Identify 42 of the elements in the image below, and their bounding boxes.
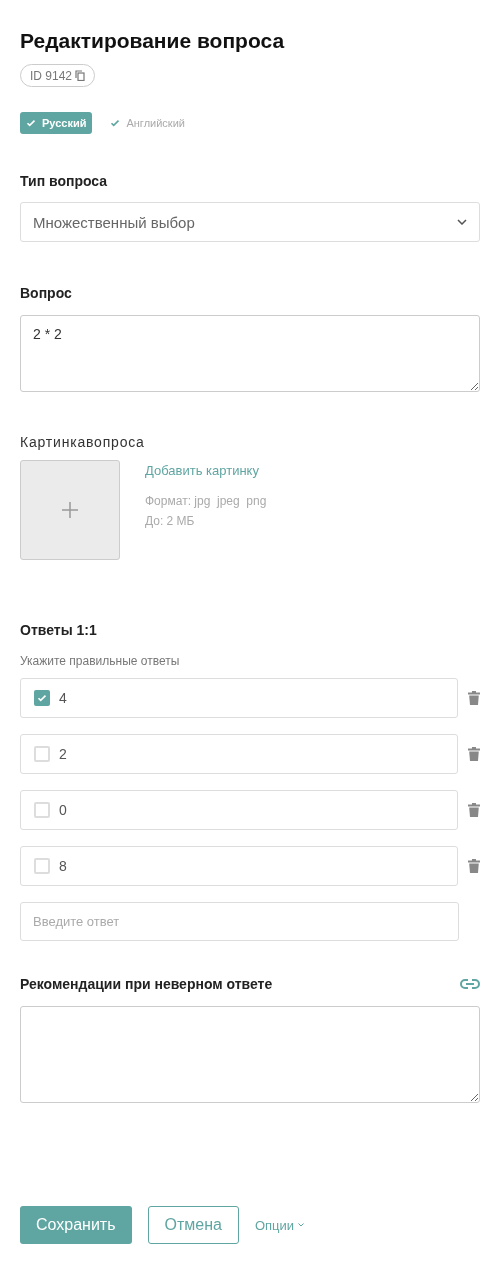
plus-icon [62, 502, 78, 518]
check-icon [26, 118, 36, 128]
options-button[interactable]: Опции [254, 1217, 305, 1233]
field-label: Вопрос [20, 284, 73, 302]
answer-checkbox[interactable] [34, 802, 50, 818]
answer-text: 0 [59, 802, 67, 818]
field-label: Рекомендации при неверном ответе [20, 975, 273, 993]
copy-icon [75, 70, 86, 81]
answer-checkbox[interactable] [34, 858, 50, 874]
chevron-down-icon [298, 1223, 305, 1227]
field-label: Картинкавопроса [20, 434, 146, 450]
save-button[interactable]: Сохранить [20, 1206, 132, 1244]
page-title: Редактирование вопроса [20, 28, 286, 54]
trash-icon[interactable] [468, 803, 480, 817]
answer-checkbox[interactable] [34, 690, 50, 706]
section-title: Ответы 1:1 [20, 621, 98, 639]
trash-icon[interactable] [468, 691, 480, 705]
field-label: Тип вопроса [20, 172, 109, 190]
recommendations-field[interactable] [20, 1006, 480, 1103]
language-tab[interactable]: Русский [20, 112, 93, 134]
trash-icon[interactable] [468, 747, 480, 761]
add-image-link[interactable]: Добавить картинку [145, 463, 267, 478]
link-icon[interactable] [460, 978, 480, 990]
answer-field[interactable]: 0 [20, 790, 459, 830]
format-info: Формат: jpg jpeg png [145, 494, 267, 508]
answer-text: 8 [59, 858, 67, 874]
check-icon [110, 118, 121, 128]
answer-text: 2 [59, 746, 67, 762]
answer-field[interactable]: 4 [20, 678, 459, 718]
answer-text: 4 [59, 690, 67, 706]
answer-field[interactable]: 2 [20, 734, 459, 774]
question-type-select[interactable]: Множественный выбор [20, 202, 480, 242]
answer-checkbox[interactable] [34, 746, 50, 762]
question-field[interactable]: 2 * 2 [20, 315, 480, 392]
chevron-down-icon [457, 219, 467, 225]
answer-field[interactable]: 8 [20, 846, 459, 886]
check-icon [37, 693, 47, 703]
answers-hint: Укажите правильные ответы [20, 654, 181, 668]
trash-icon[interactable] [468, 859, 480, 873]
size-info: До: 2 МБ [145, 514, 196, 528]
new-answer-field[interactable]: Введите ответ [20, 902, 459, 941]
cancel-button[interactable]: Отмена [147, 1206, 239, 1244]
